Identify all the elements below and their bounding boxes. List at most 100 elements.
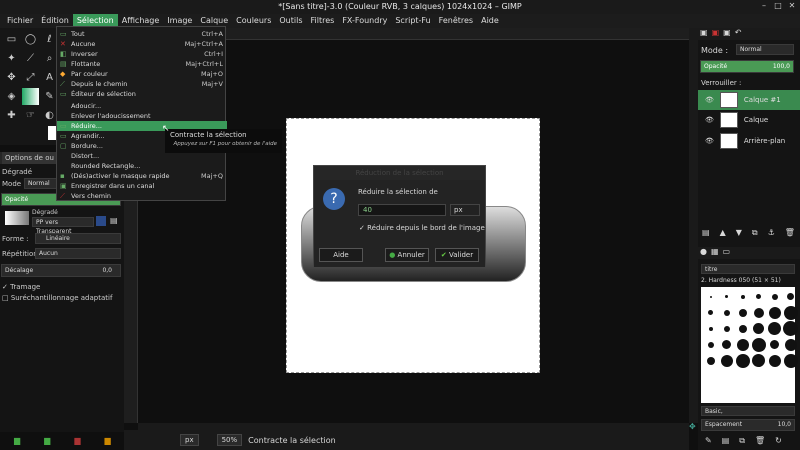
brush-thumbnail[interactable]: [706, 356, 715, 365]
gradients-tab-icon[interactable]: ▭: [723, 247, 731, 259]
close-icon[interactable]: ✕: [788, 2, 796, 10]
maximize-icon[interactable]: □: [774, 2, 782, 10]
repeat-select[interactable]: Aucun: [35, 248, 121, 259]
menu-item-from-path[interactable]: ⟋ Depuis le chemin Maj+V: [57, 79, 227, 89]
raise-layer-icon[interactable]: ▲: [720, 228, 726, 238]
layer-row[interactable]: 👁 Calque #1: [698, 90, 800, 110]
brush-preset-select[interactable]: Basic,: [701, 406, 795, 416]
brush-thumbnail[interactable]: [753, 323, 764, 334]
menu-item-float[interactable]: ▤ Flottante Maj+Ctrl+L: [57, 59, 227, 69]
help-button[interactable]: Aide: [319, 248, 363, 262]
undo-tab-icon[interactable]: ↶: [735, 28, 742, 40]
menu-item-by-color[interactable]: ◆ Par couleur Maj+O: [57, 69, 227, 79]
restore-options-icon[interactable]: ▆: [44, 436, 50, 446]
brush-thumbnail[interactable]: [708, 326, 713, 331]
rect-select-icon[interactable]: ▭: [3, 31, 20, 48]
duplicate-layer-icon[interactable]: ⧉: [752, 228, 758, 238]
brush-thumbnail[interactable]: [736, 338, 749, 351]
lower-layer-icon[interactable]: ▼: [736, 228, 742, 238]
menu-item-all[interactable]: ▭ Tout Ctrl+A: [57, 29, 227, 39]
dither-row[interactable]: ✓ Tramage: [2, 283, 40, 291]
menu-aide[interactable]: Aide: [477, 14, 503, 28]
zoom-select[interactable]: 50%: [216, 434, 243, 446]
brush-thumbnail[interactable]: [708, 310, 713, 315]
brush-thumbnail[interactable]: [771, 293, 778, 300]
delete-brush-icon[interactable]: 🗑: [755, 436, 765, 446]
menu-item-feather[interactable]: Adoucir...: [57, 101, 227, 111]
edit-gradient-icon[interactable]: ▤: [110, 216, 120, 226]
brush-thumbnail[interactable]: [723, 325, 730, 332]
save-options-icon[interactable]: ▆: [14, 436, 20, 446]
delete-layer-icon[interactable]: 🗑: [785, 228, 795, 238]
brush-thumbnail[interactable]: [738, 324, 747, 333]
paths-icon[interactable]: ⟋: [22, 50, 39, 67]
brush-thumbnail[interactable]: [722, 340, 731, 349]
brush-thumbnail[interactable]: [783, 305, 798, 320]
menu-item-invert[interactable]: ◧ Inverser Ctrl+I: [57, 49, 227, 59]
cancel-button[interactable]: ● Annuler: [385, 248, 429, 262]
eye-icon[interactable]: 👁: [705, 137, 714, 145]
spacing-slider[interactable]: Espacement 10,0: [701, 419, 795, 431]
delete-options-icon[interactable]: ▆: [74, 436, 80, 446]
unit-select[interactable]: px: [180, 434, 199, 446]
brush-thumbnail[interactable]: [752, 354, 765, 367]
patterns-tab-icon[interactable]: ▦: [711, 247, 719, 259]
eye-icon[interactable]: 👁: [705, 116, 714, 124]
edge-checkbox[interactable]: ✓ Réduire depuis le bord de l'image: [359, 224, 485, 232]
layers-mode-select[interactable]: Normal: [736, 44, 794, 55]
brush-thumbnail[interactable]: [738, 308, 747, 317]
brushes-tab-icon[interactable]: ●: [700, 247, 707, 259]
brush-thumbnail[interactable]: [723, 309, 730, 316]
unit-select[interactable]: px: [450, 204, 480, 216]
ok-button[interactable]: ✔ Valider: [435, 248, 479, 262]
menu-fenetres[interactable]: Fenêtres: [435, 14, 477, 28]
refresh-brush-icon[interactable]: ↻: [775, 436, 782, 446]
gradient-select[interactable]: PP vers Transparent: [32, 217, 94, 235]
offset-slider[interactable]: Décalage 0,0: [1, 264, 121, 277]
smudge-icon[interactable]: ☞: [22, 107, 39, 124]
eye-icon[interactable]: 👁: [705, 96, 714, 104]
menu-outils[interactable]: Outils: [275, 14, 306, 28]
menu-item-quick-mask[interactable]: ▪ (Dés)activer le masque rapide Maj+Q: [57, 171, 227, 181]
reset-options-icon[interactable]: ▆: [104, 436, 110, 446]
menu-fx-foundry[interactable]: FX-Foundry: [338, 14, 391, 28]
navigate-icon[interactable]: ✥: [689, 423, 698, 431]
menu-item-none[interactable]: ✕ Aucune Maj+Ctrl+A: [57, 39, 227, 49]
shrink-amount-input[interactable]: 40: [358, 204, 446, 216]
menu-item-to-path[interactable]: ⟋ Vers chemin: [57, 191, 227, 201]
brush-thumbnail[interactable]: [740, 294, 745, 299]
anchor-layer-icon[interactable]: ⚓: [768, 228, 775, 238]
brush-thumbnail[interactable]: [753, 307, 764, 318]
ellipse-select-icon[interactable]: ◯: [22, 31, 39, 48]
menu-script-fu[interactable]: Script-Fu: [391, 14, 434, 28]
menu-item-sharpen[interactable]: Enlever l'adoucissement: [57, 111, 227, 121]
gradient-preview[interactable]: [5, 211, 29, 225]
channels-tab-icon[interactable]: ▣: [712, 28, 720, 40]
shape-select[interactable]: Linéaire: [35, 233, 121, 244]
brush-thumbnail[interactable]: [707, 341, 714, 348]
menu-item-save-channel[interactable]: ▣ Enregistrer dans un canal: [57, 181, 227, 191]
layers-opacity-slider[interactable]: Opacité 100,0: [700, 60, 794, 73]
brush-grid[interactable]: [701, 287, 798, 403]
brush-thumbnail[interactable]: [751, 337, 766, 352]
new-layer-icon[interactable]: ▤: [702, 228, 710, 238]
vertical-scrollbar[interactable]: [689, 28, 698, 423]
horizontal-scrollbar[interactable]: [138, 423, 689, 430]
fuzzy-select-icon[interactable]: ✦: [3, 50, 20, 67]
brush-filter[interactable]: titre: [701, 264, 795, 274]
layer-row[interactable]: 👁 Calque: [698, 110, 800, 130]
brush-thumbnail[interactable]: [756, 294, 761, 299]
brush-thumbnail[interactable]: [720, 354, 733, 367]
brush-thumbnail[interactable]: [709, 295, 712, 298]
brush-thumbnail[interactable]: [768, 306, 781, 319]
new-brush-icon[interactable]: ▤: [722, 436, 730, 446]
tool-options-tab[interactable]: Options de ou: [2, 152, 57, 164]
adaptive-row[interactable]: □ Suréchantillonnage adaptatif: [2, 294, 112, 302]
heal-icon[interactable]: ✚: [3, 107, 20, 124]
layer-row[interactable]: 👁 Arrière-plan: [698, 131, 800, 151]
duplicate-brush-icon[interactable]: ⧉: [739, 436, 745, 446]
edit-brush-icon[interactable]: ✎: [705, 436, 712, 446]
paths-tab-icon[interactable]: ▣: [723, 28, 731, 40]
brush-thumbnail[interactable]: [735, 353, 750, 368]
menu-item-editor[interactable]: ▭ Éditeur de sélection: [57, 89, 227, 99]
